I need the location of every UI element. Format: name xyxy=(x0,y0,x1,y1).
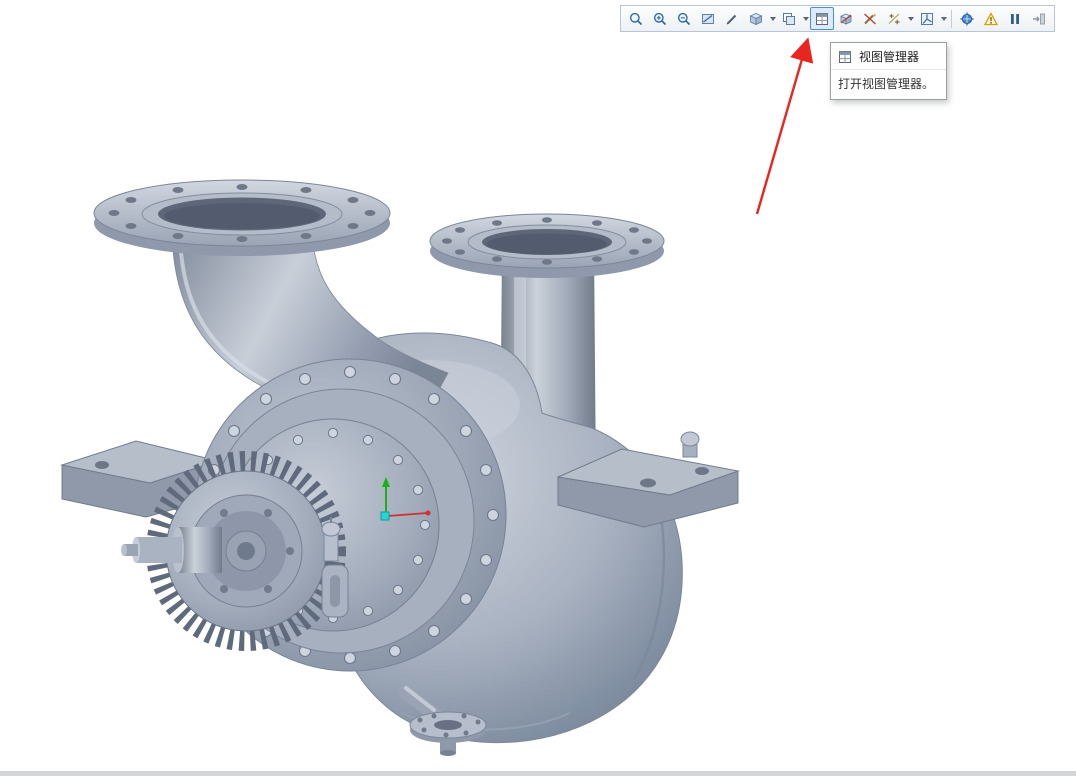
section-view-button[interactable] xyxy=(834,7,858,30)
tooltip-description: 打开视图管理器。 xyxy=(838,77,935,91)
warning-icon xyxy=(983,11,999,25)
zoom-in-icon xyxy=(653,12,667,25)
repaint-button[interactable] xyxy=(696,7,720,30)
relief-valve xyxy=(321,517,341,562)
datum-display-icon xyxy=(888,13,900,24)
pump-model xyxy=(60,179,740,756)
saved-orientations-icon xyxy=(783,12,795,25)
refit-button[interactable] xyxy=(624,7,648,30)
tooltip-title: 视图管理器 xyxy=(859,50,920,64)
lifting-bracket xyxy=(321,564,349,618)
edit-style-button[interactable] xyxy=(720,7,744,30)
repaint-icon xyxy=(702,13,714,24)
view-manager-tooltip: 视图管理器 打开视图管理器。 xyxy=(830,42,948,100)
graphics-toolbar xyxy=(620,5,1055,32)
annotation-display-button[interactable] xyxy=(858,7,882,30)
exit-view-button[interactable] xyxy=(1027,7,1051,30)
display-style-icon xyxy=(749,12,763,25)
spin-center-icon xyxy=(921,12,933,25)
dragger-button[interactable] xyxy=(955,7,979,30)
saved-orientations-button[interactable] xyxy=(777,7,801,30)
model-viewport[interactable] xyxy=(50,165,740,775)
zoom-in-button[interactable] xyxy=(648,7,672,30)
window-bottom-edge xyxy=(0,771,1076,776)
datum-display-dropdown-caret[interactable] xyxy=(906,7,915,30)
vent-cap xyxy=(680,431,700,458)
display-style-button[interactable] xyxy=(744,7,768,30)
tooltip-header: 视图管理器 xyxy=(831,43,947,70)
view-manager-button[interactable] xyxy=(810,7,834,30)
spin-center-button[interactable] xyxy=(915,7,939,30)
saved-orientations-dropdown-caret[interactable] xyxy=(801,7,810,30)
display-style-dropdown-caret[interactable] xyxy=(768,7,777,30)
view-manager-icon xyxy=(816,12,828,25)
view-manager-icon xyxy=(839,50,851,63)
refit-icon xyxy=(629,12,643,25)
spin-center-dropdown-caret[interactable] xyxy=(939,7,948,30)
pause-button[interactable] xyxy=(1003,7,1027,30)
exit-view-icon xyxy=(1033,13,1045,24)
pause-icon xyxy=(1011,13,1019,24)
warning-button[interactable] xyxy=(979,7,1003,30)
zoom-out-button[interactable] xyxy=(672,7,696,30)
section-view-icon xyxy=(840,13,852,25)
toolbar-separator xyxy=(951,9,952,28)
dragger-icon xyxy=(960,12,974,25)
edit-style-icon xyxy=(726,14,737,24)
annotation-display-icon xyxy=(864,13,876,24)
datum-display-button[interactable] xyxy=(882,7,906,30)
zoom-out-icon xyxy=(677,12,691,25)
